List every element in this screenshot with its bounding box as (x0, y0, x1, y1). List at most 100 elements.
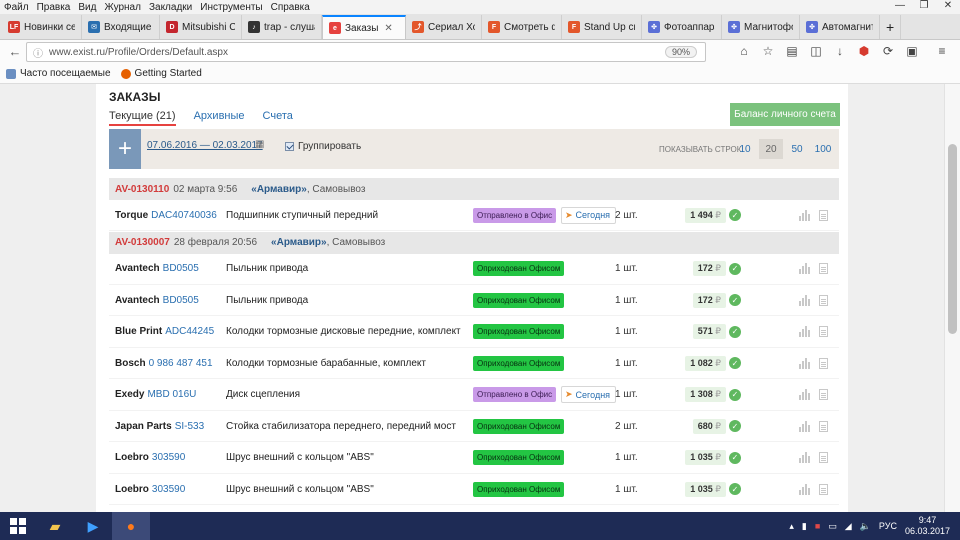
browser-tab[interactable]: ⤴ Сериал Ход... (406, 15, 482, 39)
download-icon[interactable]: ↓ (828, 44, 852, 58)
part-code-link[interactable]: SI-533 (175, 421, 204, 432)
hamburger-menu-icon[interactable]: ≡ (930, 44, 954, 58)
browser-tab[interactable]: e Заказы ✕ (322, 15, 406, 39)
part-code-link[interactable]: 303590 (152, 452, 185, 463)
chart-icon[interactable] (799, 452, 811, 463)
order-office[interactable]: «Армавир» (251, 184, 307, 195)
home-icon[interactable]: ⌂ (732, 44, 756, 58)
network-icon[interactable]: ▮ (802, 521, 807, 532)
scrollbar-thumb[interactable] (948, 144, 957, 334)
orders-page: ЗАКАЗЫ Текущие (21) Архивные Счета Балан… (96, 84, 848, 512)
pocket-icon[interactable]: ◫ (804, 44, 828, 58)
document-icon[interactable] (819, 389, 828, 400)
firefox-taskbar-icon[interactable]: ● (112, 512, 150, 540)
document-icon[interactable] (819, 263, 828, 274)
browser-tab[interactable]: ✤ Магнитофо... (722, 15, 800, 39)
chart-icon[interactable] (799, 209, 811, 221)
keyboard-icon[interactable]: ▭ (828, 521, 837, 532)
document-icon[interactable] (819, 452, 828, 463)
bookmark-most-visited[interactable]: Часто посещаемые (6, 68, 111, 79)
order-number[interactable]: AV-0130110 (115, 184, 169, 195)
part-code-link[interactable]: DAC40740036 (151, 210, 217, 221)
language-indicator[interactable]: РУС (879, 521, 897, 531)
browser-tab[interactable]: D Mitsubishi C... (160, 15, 242, 39)
order-number[interactable]: AV-0130007 (115, 237, 170, 248)
bookmark-getting-started[interactable]: Getting Started (120, 68, 202, 79)
url-bar[interactable]: ⓘ www.exist.ru/Profile/Orders/Default.as… (26, 42, 706, 62)
scrollbar[interactable] (944, 84, 960, 512)
part-code-link[interactable]: BD0505 (163, 263, 199, 274)
date-range-picker[interactable]: 07.06.2016 — 02.03.2017 (147, 140, 263, 151)
extension-icon[interactable]: ▣ (900, 44, 924, 58)
menu-item[interactable]: Журнал (104, 2, 141, 13)
menu-item[interactable]: Вид (78, 2, 96, 13)
document-icon[interactable] (819, 483, 828, 495)
chart-icon[interactable] (799, 420, 811, 432)
menu-item[interactable]: Справка (271, 2, 310, 13)
browser-tab[interactable]: F Смотреть ф... (482, 15, 562, 39)
minimize-icon[interactable]: — (888, 0, 912, 11)
order-office[interactable]: «Армавир» (271, 237, 327, 248)
add-order-button[interactable]: + (109, 129, 141, 169)
price-value: 1 308 (690, 389, 713, 399)
signal-icon[interactable]: ◢ (845, 521, 852, 532)
adblock-icon[interactable]: ⬢ (852, 44, 876, 58)
menu-item[interactable]: Файл (4, 2, 29, 13)
tab-close-icon[interactable]: ✕ (384, 23, 392, 34)
chart-icon[interactable] (799, 263, 811, 274)
part-code-link[interactable]: MBD 016U (147, 389, 196, 400)
info-icon[interactable]: ⓘ (33, 45, 43, 60)
menu-item[interactable]: Инструменты (200, 2, 262, 13)
document-icon[interactable] (819, 209, 828, 221)
menu-item[interactable]: Правка (37, 2, 71, 13)
chart-icon[interactable] (799, 389, 811, 400)
clock[interactable]: 9:47 06.03.2017 (905, 515, 950, 537)
rows-option-10[interactable]: 10 (733, 139, 757, 159)
browser-tab[interactable]: ✤ Фотоаппара... (642, 15, 722, 39)
media-player-icon[interactable]: ▶ (74, 512, 112, 540)
bookmark-star-icon[interactable]: ☆ (756, 44, 780, 58)
tab-archive[interactable]: Архивные (194, 110, 245, 126)
part-code-link[interactable]: 303590 (152, 484, 185, 495)
maximize-icon[interactable]: ❐ (912, 0, 936, 11)
volume-icon[interactable]: 🔈 (860, 521, 871, 532)
library-icon[interactable]: ▤ (780, 44, 804, 58)
rows-option-50[interactable]: 50 (785, 139, 809, 159)
antivirus-icon[interactable]: ■ (815, 521, 820, 531)
chart-icon[interactable] (799, 483, 811, 495)
document-icon[interactable] (819, 357, 828, 369)
new-tab-icon[interactable]: + (880, 15, 902, 39)
document-icon[interactable] (819, 420, 828, 432)
start-button[interactable] (0, 512, 36, 540)
browser-tab[interactable]: ♪ trap - слуша... (242, 15, 322, 39)
chart-icon[interactable] (799, 294, 811, 306)
delivery-today-badge[interactable]: ➤ Сегодня (561, 386, 617, 403)
delivery-today-badge[interactable]: ➤ Сегодня (561, 206, 617, 224)
back-icon[interactable]: ← (4, 44, 26, 59)
part-code-link[interactable]: 0 986 487 451 (149, 358, 213, 369)
browser-tab[interactable]: ✉ Входящие - ... (82, 15, 160, 39)
browser-tab[interactable]: LF Новинки се... (2, 15, 82, 39)
tab-current[interactable]: Текущие (21) (109, 110, 176, 126)
zoom-indicator[interactable]: 90% (664, 46, 697, 58)
rows-option-20[interactable]: 20 (759, 139, 783, 159)
document-icon[interactable] (819, 326, 828, 337)
part-code-link[interactable]: BD0505 (163, 295, 199, 306)
chart-icon[interactable] (799, 326, 811, 337)
balance-button[interactable]: Баланс личного счета (730, 103, 840, 126)
close-icon[interactable]: ✕ (936, 0, 960, 11)
sync-icon[interactable]: ⟳ (876, 44, 900, 58)
chart-icon[interactable] (799, 357, 811, 369)
browser-tab[interactable]: F Stand Up см... (562, 15, 642, 39)
explorer-icon[interactable]: ▰ (36, 512, 74, 540)
part-code-link[interactable]: ADC44245 (165, 326, 214, 337)
document-icon[interactable] (819, 294, 828, 306)
group-checkbox[interactable]: Группировать (285, 141, 361, 152)
calendar-icon[interactable]: ▦ (255, 139, 264, 150)
checkbox-checked[interactable] (285, 142, 294, 151)
rows-option-100[interactable]: 100 (811, 139, 835, 159)
tray-expand-icon[interactable]: ▴ (789, 521, 794, 532)
menu-item[interactable]: Закладки (149, 2, 192, 13)
browser-tab[interactable]: ✤ Автомагнит... (800, 15, 880, 39)
tab-invoices[interactable]: Счета (263, 110, 293, 126)
